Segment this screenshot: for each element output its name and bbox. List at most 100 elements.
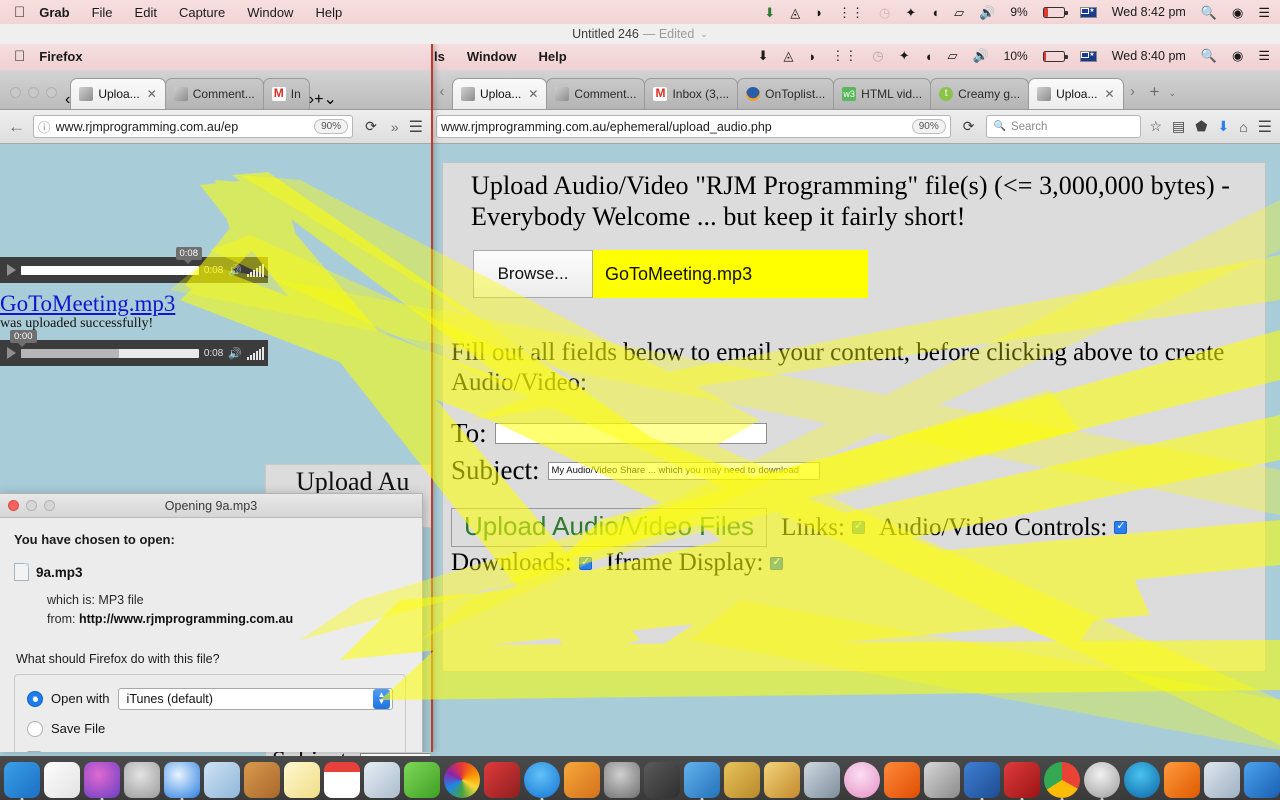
signal-icon[interactable]: ⋮⋮: [831, 48, 857, 64]
to-input[interactable]: [494, 423, 767, 445]
new-tab-button[interactable]: +: [314, 91, 323, 109]
tab-scroll-left[interactable]: ‹: [432, 83, 452, 109]
file-input-row[interactable]: Browse... GoToMeeting.mp3: [473, 250, 1265, 299]
flag-icon[interactable]: [1079, 6, 1097, 18]
submit-row[interactable]: Upload Audio/Video Files Links: Audio/Vi…: [443, 508, 1265, 548]
background-navigation-bar[interactable]: www.rjmprogramming.com.au/ephemeral/uplo…: [430, 110, 1280, 144]
dock-item-coil[interactable]: [724, 762, 760, 798]
bookmark-star-icon[interactable]: ☆: [1147, 118, 1164, 135]
macos-menubar[interactable]:  Grab File Edit Capture Window Help ⬇ ◬…: [0, 0, 1280, 24]
seek-bar[interactable]: [21, 265, 199, 275]
subject-field-row[interactable]: Subject: My Audio/Video Share ... which …: [443, 455, 1265, 486]
links-checkbox[interactable]: [851, 519, 865, 535]
foreground-tab-strip[interactable]: ‹ Uploa... ✕ Comment... M In › + ⌄: [0, 70, 431, 110]
timemachine-icon[interactable]: ◷: [879, 6, 890, 19]
auto-open-row[interactable]: Do this automatically for files like thi…: [27, 750, 393, 752]
auto-open-checkbox[interactable]: [27, 750, 41, 752]
dock-item-virtualbox[interactable]: [1204, 762, 1240, 798]
download-icon[interactable]: ⬇: [758, 48, 769, 64]
dock-item-notes[interactable]: [284, 762, 320, 798]
zoom-level-indicator[interactable]: 90%: [911, 119, 946, 134]
menu-item-help[interactable]: Help: [315, 5, 342, 20]
dock-item-itunes[interactable]: [844, 762, 880, 798]
airplay-icon[interactable]: ▱: [947, 48, 957, 64]
save-file-row[interactable]: Save File: [27, 720, 393, 737]
chevron-down-icon[interactable]: ⌄: [700, 29, 708, 40]
dock-item-avast[interactable]: [884, 762, 920, 798]
siri-icon[interactable]: ◉: [1232, 6, 1243, 19]
flag-icon[interactable]: [1079, 50, 1097, 62]
open-with-select[interactable]: iTunes (default) ▲ ▼: [117, 687, 393, 710]
menu-item-window[interactable]: Window: [467, 49, 517, 64]
zoom-button[interactable]: [46, 87, 57, 98]
volume-bars[interactable]: [247, 263, 264, 277]
background-tab-strip[interactable]: ‹ Uploa... ✕ Comment... M Inbox (3,... O…: [430, 70, 1280, 110]
menu-item-help[interactable]: Help: [539, 49, 567, 64]
wireless-icon[interactable]: ◗: [809, 49, 817, 64]
save-file-radio[interactable]: [27, 720, 43, 737]
dock-item-messages[interactable]: [404, 762, 440, 798]
dock-item-trash-blue[interactable]: [684, 762, 720, 798]
dock-item-edge[interactable]: [1124, 762, 1160, 798]
volume-icon[interactable]: 🔊: [979, 6, 995, 19]
window-controls[interactable]: [2, 87, 65, 109]
minimize-button[interactable]: [28, 87, 39, 98]
tab-scroll-right[interactable]: ›: [1123, 83, 1143, 109]
new-tab-button[interactable]: +: [1143, 82, 1167, 109]
address-bar-back[interactable]: www.rjmprogramming.com.au/ephemeral/uplo…: [436, 115, 951, 138]
downloads-icon[interactable]: ⬇: [1215, 118, 1231, 135]
siri-icon[interactable]: ◉: [1232, 48, 1243, 64]
tab-upload-2[interactable]: Uploa... ✕: [1028, 78, 1124, 109]
dock-item-vlc[interactable]: [1164, 762, 1200, 798]
dock-item-photos[interactable]: [204, 762, 240, 798]
dock-item-safari[interactable]: [164, 762, 200, 798]
dock-item-appstore[interactable]: [524, 762, 560, 798]
dock-item-keychain[interactable]: [644, 762, 680, 798]
volume-icon[interactable]: 🔊: [972, 48, 988, 64]
tab-inbox[interactable]: M Inbox (3,...: [644, 78, 739, 109]
dock-item-colorpicker[interactable]: [444, 762, 480, 798]
close-icon[interactable]: ✕: [528, 87, 538, 101]
wifi-icon[interactable]: ◖: [931, 6, 939, 19]
dock-item-xcode[interactable]: [1244, 762, 1280, 798]
audio-player-bottom[interactable]: 0:08 🔊 0:00: [0, 330, 268, 367]
subject-input[interactable]: My Audio/Video Share ... which you may n…: [547, 461, 820, 480]
close-button[interactable]: [10, 87, 21, 98]
volume-icon[interactable]: 🔊: [228, 347, 242, 360]
close-icon[interactable]: ✕: [147, 87, 157, 101]
audio-player-top[interactable]: 0:08 🔊 0:08: [0, 247, 268, 283]
search-box-back[interactable]: 🔍 Search: [986, 115, 1142, 138]
play-icon[interactable]: [7, 264, 16, 276]
menu-item-file[interactable]: File: [92, 5, 113, 20]
back-arrow-icon[interactable]: ←: [6, 117, 27, 137]
reload-icon[interactable]: ⟳: [963, 118, 975, 135]
foreground-navigation-bar[interactable]: ← ⓘ www.rjmprogramming.com.au/ep 90% ⟳ »…: [0, 110, 431, 144]
zoom-level-indicator[interactable]: 90%: [314, 119, 349, 134]
address-bar-front[interactable]: ⓘ www.rjmprogramming.com.au/ep 90%: [33, 115, 354, 138]
close-icon[interactable]: ✕: [1104, 87, 1114, 101]
apple-logo-icon[interactable]: : [14, 5, 25, 20]
dock-item-qrapp[interactable]: [484, 762, 520, 798]
dock-item-screenshot[interactable]: [964, 762, 1000, 798]
opening-file-dialog[interactable]: Opening 9a.mp3 You have chosen to open: …: [0, 493, 423, 752]
dock-item-preview[interactable]: [364, 762, 400, 798]
tab-creamy[interactable]: t Creamy g...: [930, 78, 1030, 109]
dock-item-chrome[interactable]: [1044, 762, 1080, 798]
menu-item-capture[interactable]: Capture: [179, 5, 225, 20]
tab-comment[interactable]: Comment...: [546, 78, 646, 109]
stepper-icon[interactable]: ▲ ▼: [373, 688, 390, 709]
hamburger-menu-icon[interactable]: ☰: [407, 117, 425, 137]
tab-html-video[interactable]: w3 HTML vid...: [833, 78, 932, 109]
menu-item-window[interactable]: Window: [247, 5, 293, 20]
airdrop-icon[interactable]: ◬: [784, 48, 794, 64]
browse-button[interactable]: Browse...: [473, 250, 593, 299]
spotlight-icon[interactable]: 🔍: [1201, 6, 1217, 19]
tab-inbox[interactable]: M In: [262, 78, 310, 109]
notification-icon[interactable]: ☰: [1258, 48, 1270, 64]
background-firefox-window[interactable]: ls Window Help ⬇ ◬ ◗ ⋮⋮ ◷ ✦ ◖ ▱ 🔊 10% We…: [430, 42, 1280, 772]
macos-dock[interactable]: [0, 756, 1280, 800]
menu-item-grab[interactable]: Grab: [39, 5, 69, 20]
dock-item-imovie[interactable]: [804, 762, 840, 798]
open-with-row[interactable]: Open with iTunes (default) ▲ ▼: [27, 687, 393, 710]
wifi-icon[interactable]: ◖: [925, 49, 933, 64]
